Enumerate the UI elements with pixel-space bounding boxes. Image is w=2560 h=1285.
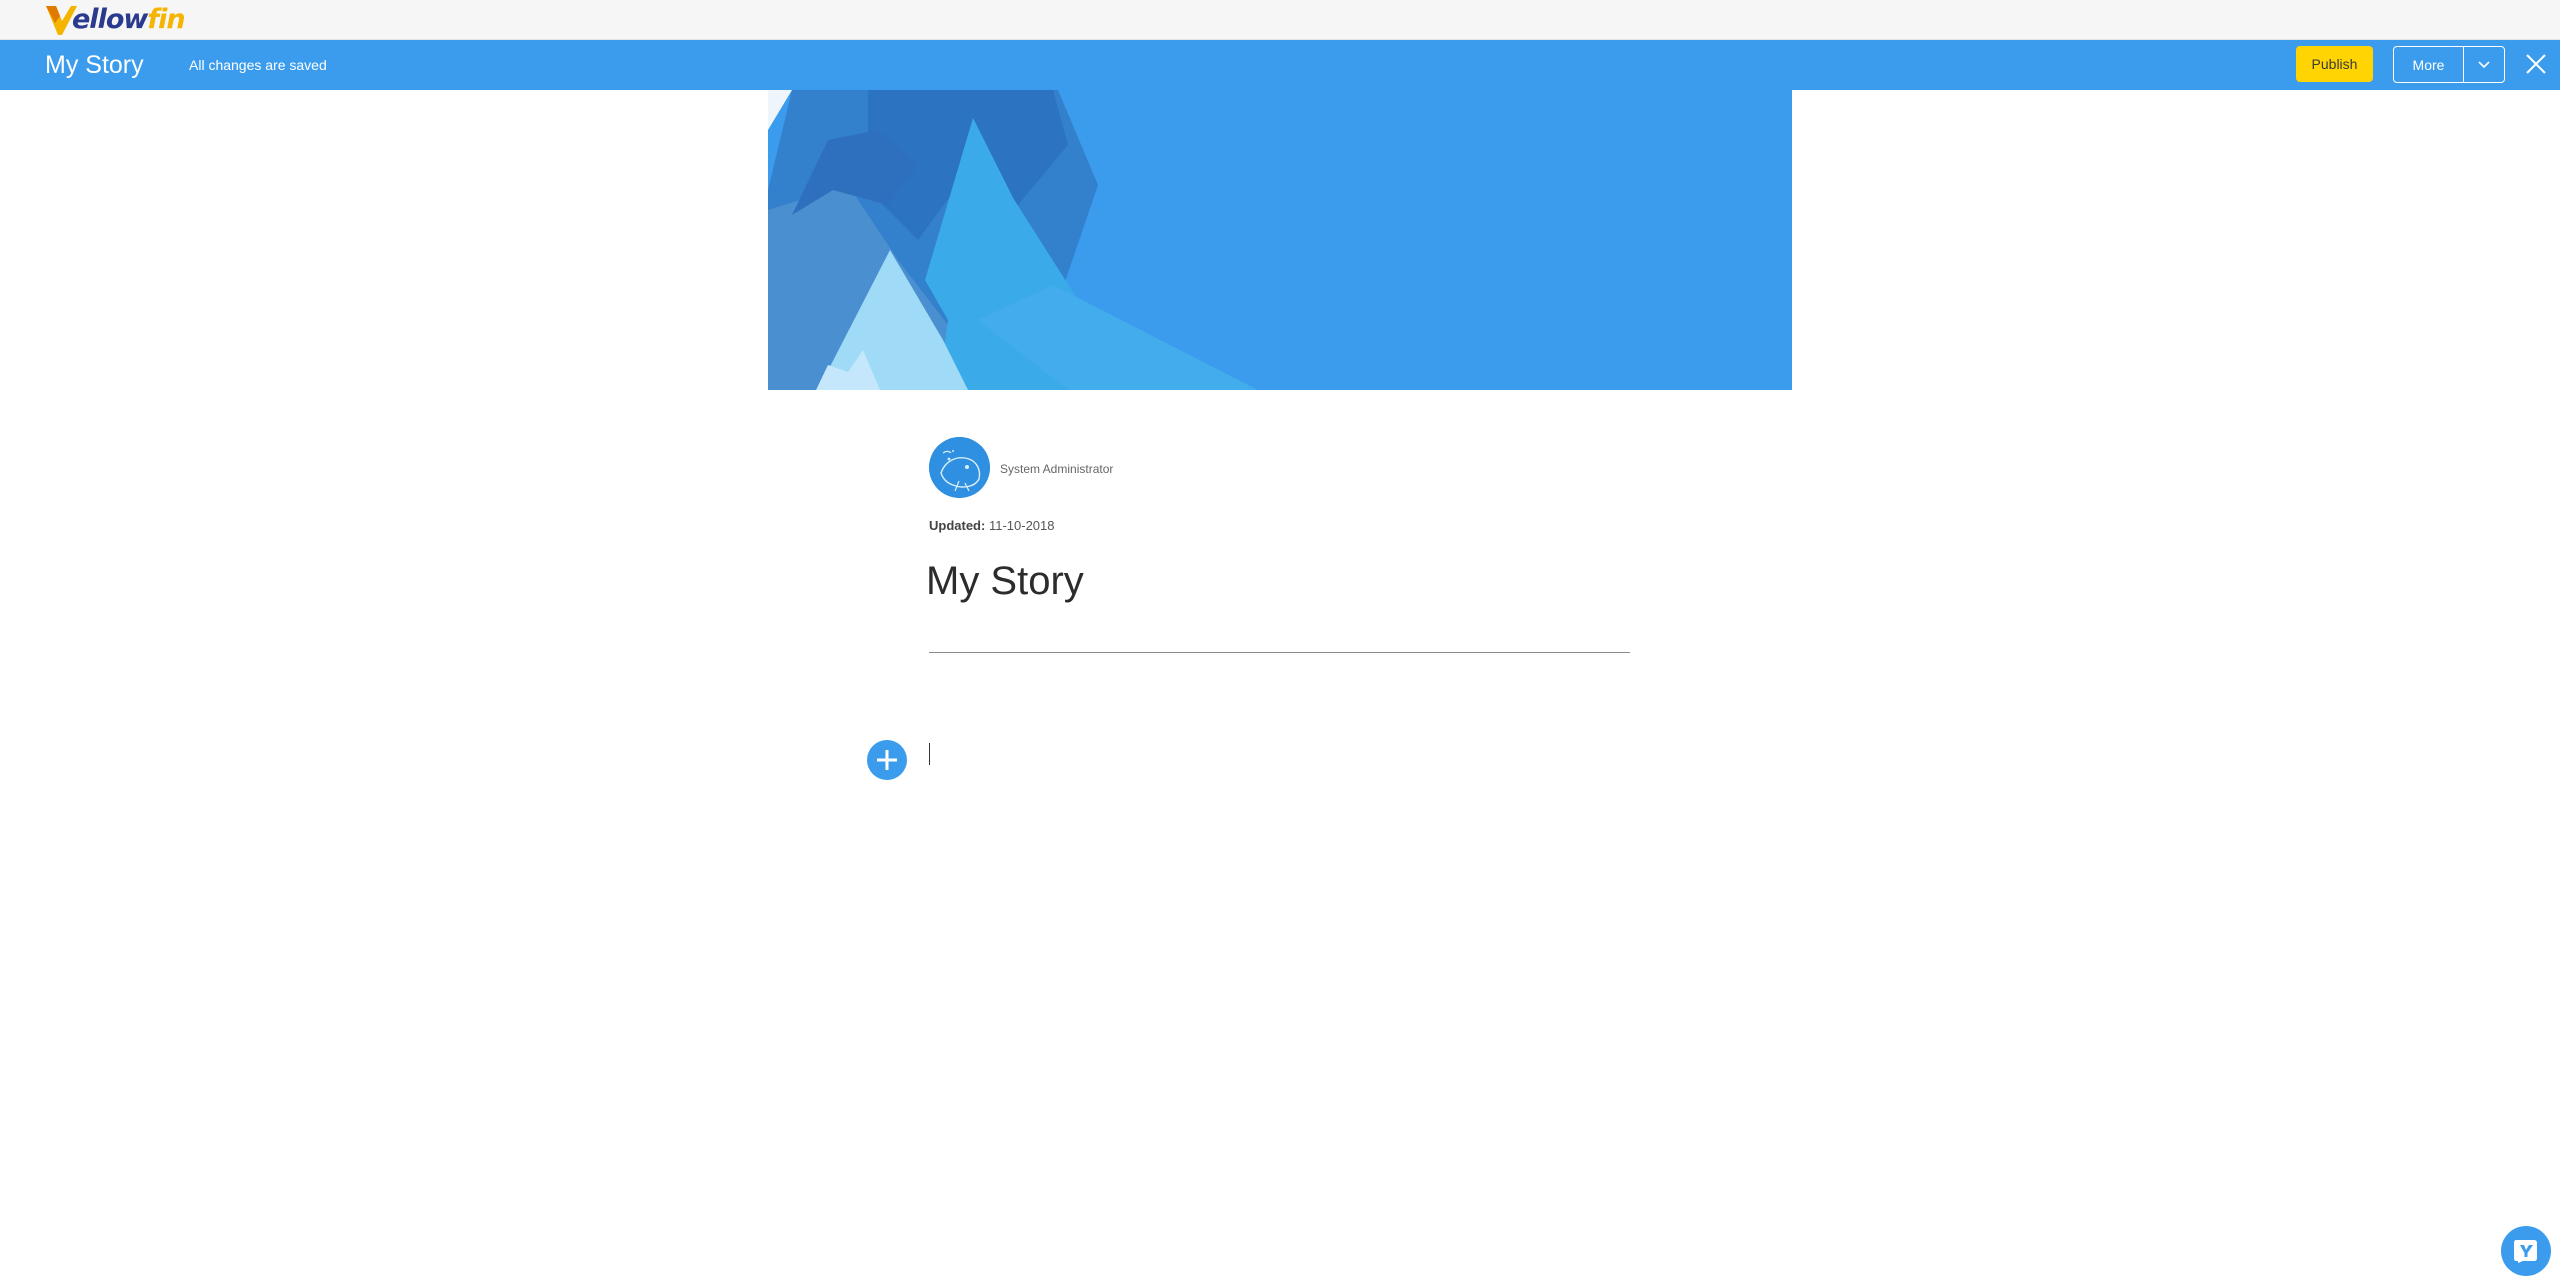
plus-circle-icon (877, 750, 897, 770)
more-dropdown-toggle[interactable] (2464, 47, 2504, 82)
publish-button[interactable]: Publish (2296, 46, 2373, 82)
avatar-icon (929, 437, 990, 498)
help-button[interactable] (2501, 1226, 2551, 1276)
toolbar-story-title[interactable]: My Story (45, 50, 144, 80)
more-button[interactable]: More (2394, 47, 2464, 82)
updated-label: Updated: (929, 518, 986, 533)
close-icon (2526, 54, 2546, 74)
logo-wordmark: ellowfin (72, 4, 186, 35)
updated-date: Updated: 11-10-2018 (929, 518, 1055, 534)
close-button[interactable] (2524, 52, 2548, 76)
mountain-illustration (768, 90, 1792, 390)
yellowfin-help-icon (2514, 1240, 2537, 1263)
chevron-down-icon (2478, 60, 2490, 68)
add-content-button[interactable] (867, 740, 907, 780)
yellowfin-logo[interactable]: ellowfin (44, 3, 186, 37)
save-status: All changes are saved (189, 57, 327, 73)
story-title[interactable]: My Story (926, 556, 1084, 606)
body-text-cursor[interactable] (929, 743, 930, 765)
app-header: ellowfin (0, 0, 2560, 40)
cover-image[interactable] (768, 90, 1792, 390)
more-menu: More (2393, 46, 2505, 83)
author-avatar[interactable] (929, 437, 990, 498)
updated-date-value: 11-10-2018 (988, 518, 1055, 533)
title-divider (929, 652, 1630, 653)
author-name: System Administrator (1000, 462, 1114, 476)
story-toolbar: My Story All changes are saved Publish M… (0, 40, 2560, 90)
